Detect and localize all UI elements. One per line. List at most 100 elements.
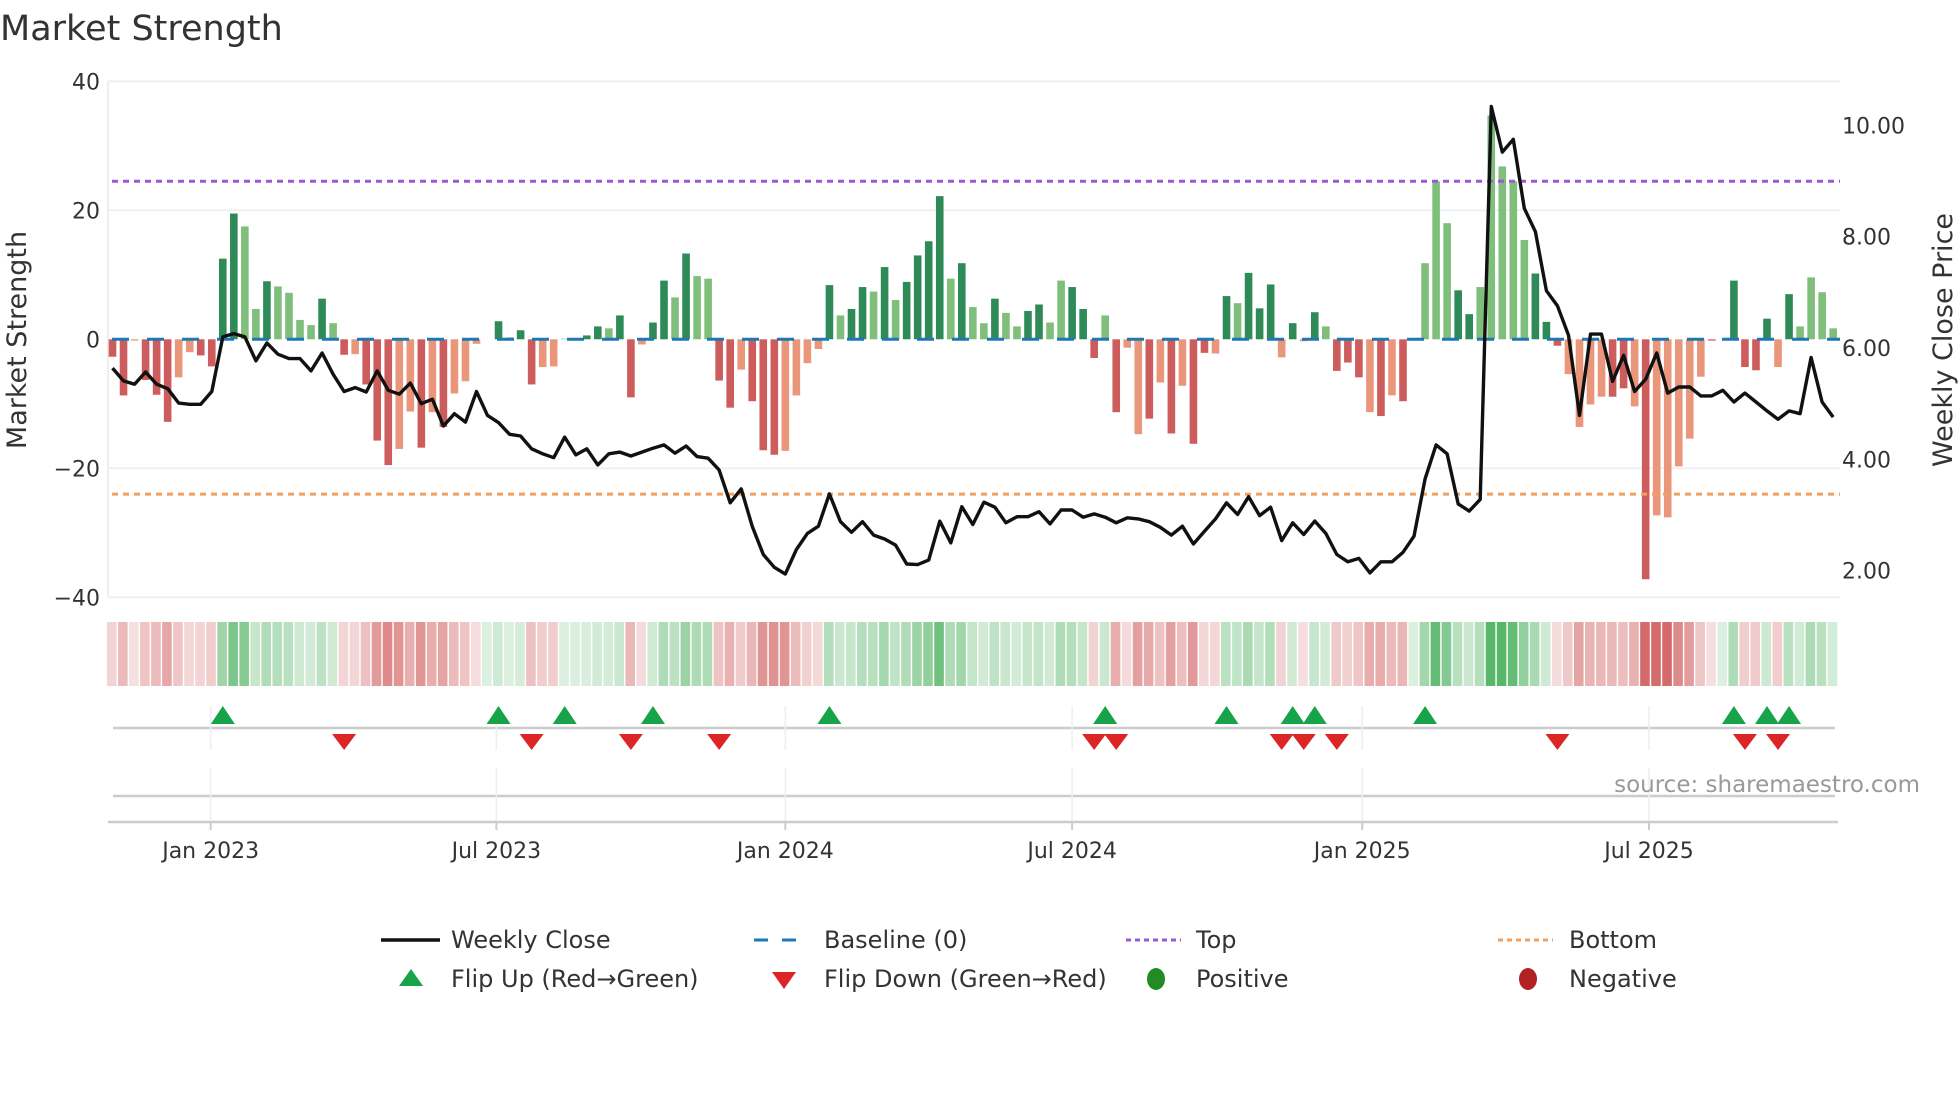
heat-cell xyxy=(1540,622,1551,686)
circle-icon xyxy=(1147,968,1165,990)
strength-bar xyxy=(1068,287,1076,340)
legend-label: Weekly Close xyxy=(451,926,611,954)
heat-cell xyxy=(1441,622,1452,686)
strength-bar xyxy=(649,322,657,340)
heat-cell xyxy=(1507,622,1518,686)
heat-cell xyxy=(1298,622,1308,686)
heat-cell xyxy=(482,622,492,686)
heat-cell xyxy=(614,622,624,686)
strength-bar xyxy=(252,308,260,340)
strength-bar xyxy=(693,276,701,340)
heat-cell xyxy=(1485,622,1496,686)
heat-cell xyxy=(1585,622,1595,686)
heat-cell xyxy=(746,622,757,686)
strength-bar xyxy=(726,339,734,408)
strength-bar xyxy=(1421,263,1429,340)
heat-cell xyxy=(327,622,338,686)
heat-cell xyxy=(537,622,547,686)
y2-tick-label: 4.00 xyxy=(1842,448,1891,473)
strength-bar xyxy=(781,339,790,451)
strength-bar xyxy=(737,339,746,370)
heat-cell xyxy=(923,622,933,686)
heat-cell xyxy=(1210,622,1220,686)
heat-cell xyxy=(735,622,746,686)
flip-down-marker xyxy=(1269,734,1294,750)
heat-cell xyxy=(680,622,691,686)
strength-bar xyxy=(1057,280,1065,340)
strength-bar xyxy=(1763,318,1771,340)
legend-item-weekly-close: Weekly Close xyxy=(381,926,611,954)
heat-cell xyxy=(901,622,911,686)
strength-bar xyxy=(1233,303,1242,340)
heat-cell xyxy=(1739,622,1750,686)
heat-cell xyxy=(1022,622,1033,686)
y-tick-label: −20 xyxy=(54,457,100,482)
strength-bar xyxy=(858,287,867,340)
heat-cell xyxy=(570,622,580,686)
flip-down-marker xyxy=(332,734,357,750)
heat-cell xyxy=(459,622,470,686)
strength-bar xyxy=(351,339,359,355)
strength-bar xyxy=(891,299,900,340)
legend-label: Flip Up (Red→Green) xyxy=(451,965,699,993)
y2-tick-label: 10.00 xyxy=(1842,114,1905,139)
legend-item-positive: Positive xyxy=(1147,965,1289,993)
strength-bar xyxy=(285,292,293,340)
strength-bar xyxy=(1112,339,1121,413)
heat-cell xyxy=(195,622,205,686)
heat-cell xyxy=(1254,622,1264,686)
legend-label: Bottom xyxy=(1569,926,1657,954)
flip-up-marker xyxy=(1214,706,1239,724)
heat-cell xyxy=(1419,622,1430,686)
strength-bar xyxy=(1829,328,1837,340)
strength-bar xyxy=(1355,339,1363,378)
flip-up-marker xyxy=(1413,706,1438,724)
strength-bar xyxy=(1520,239,1529,340)
strength-bar xyxy=(516,330,525,340)
heat-cell xyxy=(173,622,183,686)
triangle-down-icon xyxy=(772,972,796,989)
heat-cell xyxy=(437,622,448,686)
heat-cell xyxy=(1463,622,1474,686)
flip-down-marker xyxy=(1291,734,1316,750)
flip-up-marker xyxy=(486,706,511,724)
heat-cell xyxy=(228,622,238,686)
heat-cell xyxy=(1165,622,1176,686)
heat-cell xyxy=(1121,622,1132,686)
chart-title: Market Strength xyxy=(0,9,283,49)
flip-down-marker xyxy=(618,734,643,750)
heat-cell xyxy=(1342,622,1352,686)
strength-bar xyxy=(847,308,856,340)
x-tick-label: Jan 2024 xyxy=(735,839,834,864)
strength-bar xyxy=(803,339,812,364)
strength-bar xyxy=(1024,310,1032,340)
strength-bar xyxy=(362,339,370,385)
strength-bar xyxy=(1454,290,1462,340)
y-tick-label: −40 xyxy=(54,586,100,611)
heat-cell xyxy=(1011,622,1022,686)
strength-bar xyxy=(108,339,117,357)
heat-cell xyxy=(1728,622,1739,686)
triangle-up-icon xyxy=(399,969,423,986)
heat-cell xyxy=(349,622,360,686)
y-tick-label: 40 xyxy=(72,70,100,95)
heat-cell xyxy=(912,622,922,686)
heat-cell xyxy=(1640,622,1650,686)
heat-cell xyxy=(636,622,647,686)
strength-bar xyxy=(1388,339,1396,396)
heat-cell xyxy=(316,622,327,686)
legend-item-bottom: Bottom xyxy=(1498,926,1657,954)
heat-cell xyxy=(702,622,713,686)
flip-down-marker xyxy=(519,734,544,750)
strength-bar xyxy=(1046,322,1054,340)
strength-bar xyxy=(1674,339,1683,467)
strength-bar xyxy=(605,328,613,340)
y-axis-title: Market Strength xyxy=(2,231,33,449)
y2-tick-label: 2.00 xyxy=(1842,560,1891,585)
heat-cell xyxy=(1827,622,1838,686)
strength-bar xyxy=(549,339,558,367)
strength-bar xyxy=(1200,339,1209,353)
strength-bar xyxy=(296,319,304,340)
heat-cell xyxy=(1221,622,1231,686)
heat-cell xyxy=(1562,622,1573,686)
